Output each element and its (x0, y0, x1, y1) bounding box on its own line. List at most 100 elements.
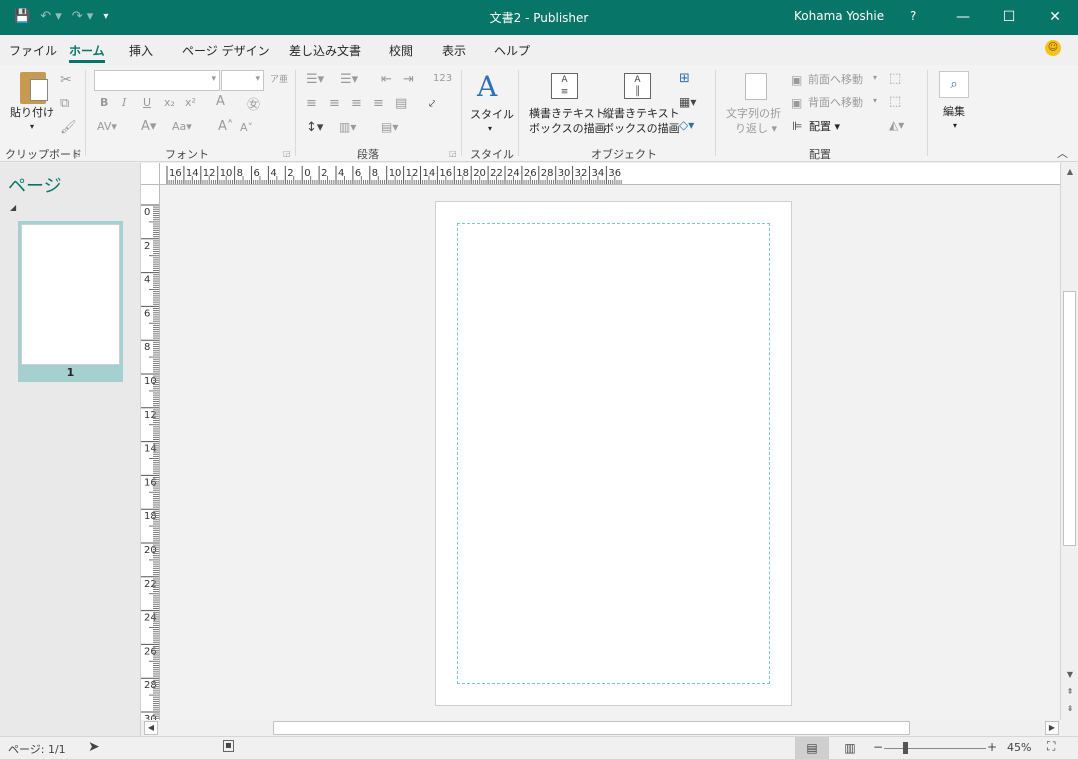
draw-vertical-text-box-line1[interactable]: 縦書きテキスト (603, 106, 680, 121)
maximize-button[interactable]: ☐ (986, 0, 1032, 35)
next-page-icon[interactable]: ⇟ (1061, 704, 1078, 713)
zoom-slider-track[interactable] (884, 748, 986, 749)
find-icon[interactable]: ⌕ (939, 71, 969, 98)
copy-icon[interactable]: ⧉ (60, 96, 69, 111)
horizontal-scrollbar[interactable]: ◀ ▶ (141, 720, 1060, 736)
bullets-icon[interactable]: ☰▾ (306, 72, 324, 87)
tab-mailings[interactable]: 差し込み文書 (289, 42, 361, 59)
horizontal-ruler[interactable]: 16 14 12 10 8 6 4 2 0 2 4 6 8 10 12 14 16 18 20 22 24 26 28 30 3… (160, 163, 1060, 185)
wrap-text-line1[interactable]: 文字列の折 (726, 106, 781, 121)
send-backward-button[interactable]: 背面へ移動 (808, 95, 863, 110)
page-indicator[interactable]: ページ: 1/1 (8, 741, 66, 757)
tab-insert[interactable]: 挿入 (129, 42, 153, 59)
zoom-out-button[interactable]: − (873, 740, 883, 754)
ungroup-objects-icon[interactable]: ⬚ (889, 94, 901, 109)
ruler-corner[interactable] (141, 163, 160, 185)
align-right-icon[interactable]: ≡ (351, 96, 362, 111)
zoom-in-button[interactable]: + (987, 740, 997, 754)
feedback-smiley-icon[interactable]: ☺ (1045, 40, 1061, 56)
line-spacing-icon[interactable]: ↕▾ (306, 120, 323, 135)
minimize-button[interactable]: — (940, 0, 986, 35)
cut-icon[interactable]: ✂ (60, 72, 72, 88)
clear-formatting-icon[interactable]: A (216, 94, 225, 109)
format-painter-icon[interactable]: 🖌 (60, 120, 77, 135)
horizontal-text-box-icon[interactable]: A ≡ (551, 73, 578, 99)
vertical-scroll-thumb[interactable] (1063, 291, 1076, 546)
paragraph-launcher-icon[interactable]: ◲ (449, 149, 457, 158)
paste-arrow-icon[interactable]: ▾ (30, 119, 34, 134)
enclose-characters-icon[interactable]: ㊛ (247, 94, 260, 113)
draw-horizontal-text-box-line1[interactable]: 横書きテキスト (529, 106, 606, 121)
align-center-icon[interactable]: ≡ (329, 96, 340, 111)
shrink-font-icon[interactable]: A˅ (240, 121, 253, 134)
tab-page-design[interactable]: ページ デザイン (182, 42, 270, 59)
tab-file[interactable]: ファイル (9, 42, 57, 59)
bring-forward-button[interactable]: 前面へ移動 (808, 72, 863, 87)
insert-shapes-icon[interactable]: ◇▾ (679, 118, 694, 132)
wrap-text-line2[interactable]: り返し ▾ (735, 121, 777, 136)
tab-review[interactable]: 校閲 (389, 42, 413, 59)
underline-button[interactable]: U (143, 96, 151, 109)
styles-icon[interactable]: A (477, 70, 497, 103)
two-page-view-button[interactable]: ▥ (833, 737, 867, 759)
send-backward-icon[interactable]: ▣ (791, 96, 802, 110)
fit-page-icon[interactable]: ⛶ (1047, 739, 1055, 754)
phonetic-guide-icon[interactable]: ア亜 (270, 72, 288, 85)
tab-help[interactable]: ヘルプ (494, 42, 530, 59)
numbering-icon[interactable]: ☰▾ (340, 72, 358, 87)
draw-horizontal-text-box-line2[interactable]: ボックスの描画 (529, 121, 606, 136)
paste-button[interactable]: 貼り付け (10, 105, 54, 120)
help-button[interactable]: ? (910, 9, 916, 23)
subscript-button[interactable]: x₂ (164, 96, 175, 109)
bring-forward-icon[interactable]: ▣ (791, 73, 802, 87)
grow-font-icon[interactable]: A˄ (218, 119, 233, 134)
distributed-icon[interactable]: ▤ (395, 96, 407, 111)
page-thumbnail-selected[interactable]: 1 (18, 221, 123, 382)
tab-view[interactable]: 表示 (442, 42, 466, 59)
collapse-section-icon[interactable]: ◢ (10, 203, 16, 212)
italic-button[interactable]: I (122, 96, 126, 109)
user-name[interactable]: Kohama Yoshie (794, 9, 884, 23)
font-launcher-icon[interactable]: ◲ (283, 149, 291, 158)
clipboard-launcher-icon[interactable]: ◲ (73, 149, 81, 158)
close-button[interactable]: ✕ (1032, 0, 1078, 35)
columns-icon[interactable]: ▤▾ (381, 120, 398, 134)
insert-table-icon[interactable]: ▦▾ (679, 95, 696, 109)
change-case-icon[interactable]: Aa▾ (172, 120, 192, 133)
styles-button[interactable]: スタイル (470, 107, 514, 122)
vertical-ruler[interactable]: 024681012141618202224262830 (141, 185, 160, 720)
send-backward-arrow-icon[interactable]: ▾ (873, 96, 877, 105)
numeric-icon[interactable]: 123 (433, 73, 452, 84)
justify-icon[interactable]: ≡ (373, 96, 384, 111)
align-objects-button[interactable]: 配置 ▾ (809, 119, 840, 134)
wrap-text-icon[interactable] (745, 73, 767, 100)
draw-vertical-text-box-line2[interactable]: ボックスの描画 (603, 121, 680, 136)
zoom-slider-thumb[interactable] (903, 742, 908, 754)
scroll-up-icon[interactable]: ▲ (1061, 167, 1078, 176)
page-thumbnail[interactable] (21, 224, 120, 365)
vertical-scrollbar[interactable]: ▲ ▼ ⇞ ⇟ (1060, 163, 1078, 720)
insert-picture-icon[interactable]: ⊞ (679, 71, 690, 86)
superscript-button[interactable]: x² (185, 96, 196, 109)
bring-forward-arrow-icon[interactable]: ▾ (873, 73, 877, 82)
zoom-level[interactable]: 45% (1007, 741, 1031, 754)
scroll-left-icon[interactable]: ◀ (144, 721, 158, 735)
rotate-icon[interactable]: ◭▾ (889, 118, 904, 132)
vertical-text-box-icon[interactable]: A ║ (624, 73, 651, 99)
align-objects-icon[interactable]: ⊫ (792, 119, 802, 133)
font-size-combo[interactable] (221, 70, 264, 91)
font-color-icon[interactable]: A▾ (141, 119, 156, 134)
text-direction-icon[interactable]: ⤦ (429, 97, 435, 111)
collapse-ribbon-icon[interactable]: ︿ (1057, 145, 1068, 161)
shading-icon[interactable]: ▥▾ (339, 120, 356, 134)
horizontal-scroll-thumb[interactable] (273, 721, 910, 735)
editing-arrow-icon[interactable]: ▾ (953, 118, 957, 133)
font-name-combo[interactable] (94, 70, 220, 91)
align-left-icon[interactable]: ≡ (306, 96, 317, 111)
group-objects-icon[interactable]: ⬚ (889, 71, 901, 86)
previous-page-icon[interactable]: ⇞ (1061, 687, 1078, 696)
tab-home[interactable]: ホーム (69, 42, 105, 63)
bold-button[interactable]: B (100, 96, 108, 109)
single-page-view-button[interactable]: ▤ (795, 737, 829, 759)
editing-button[interactable]: 編集 (943, 104, 965, 119)
